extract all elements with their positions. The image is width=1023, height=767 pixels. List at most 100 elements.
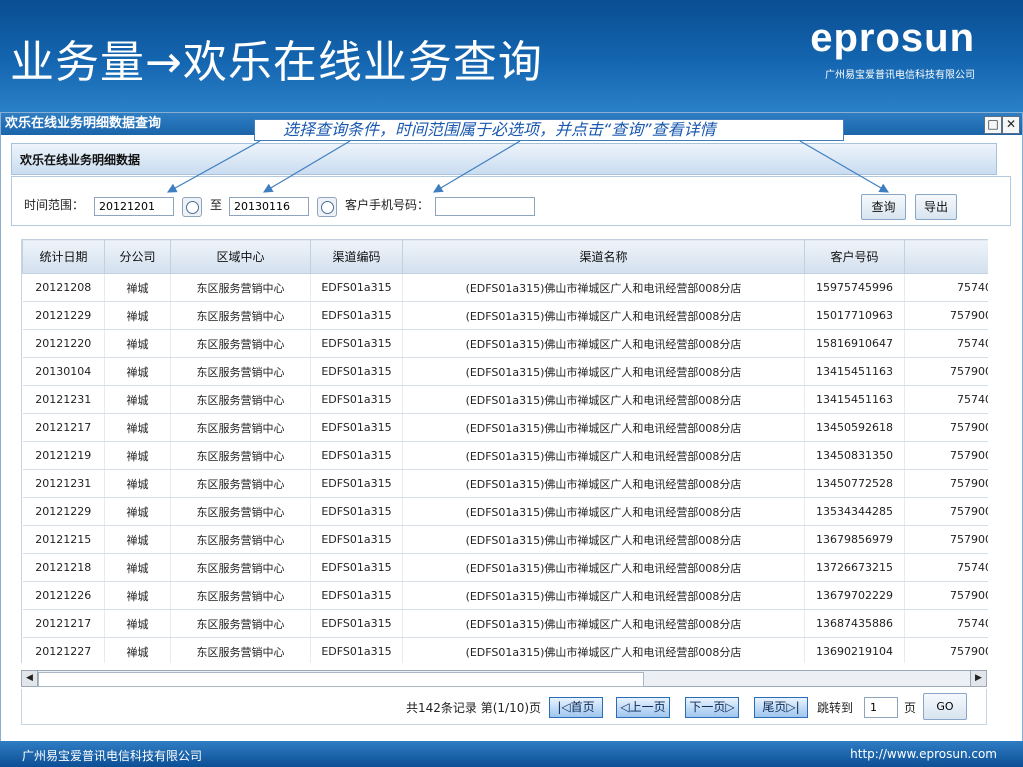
table-cell: (EDFS01a315)佛山市禅城区广人和电讯经营部008分店 — [402, 525, 805, 554]
table-cell: 禅城 — [104, 497, 171, 526]
table-row[interactable]: 20121231 禅城 东区服务营销中心 EDFS01a315 (EDFS01a315)… — [22, 469, 988, 498]
table-cell: 13679702229 — [804, 581, 905, 610]
table-cell: (EDFS01a315)佛山市禅城区广人和电讯经营部008分店 — [402, 385, 805, 414]
table-cell: EDFS01a315 — [310, 553, 403, 582]
table-cell: EDFS01a315 — [310, 469, 403, 498]
table-cell: EDFS01a315 — [310, 301, 403, 330]
col-header[interactable]: 统计日期 — [22, 239, 105, 274]
scroll-left-icon[interactable]: ◀ — [22, 671, 38, 686]
table-row[interactable]: 20121227 禅城 东区服务营销中心 EDFS01a315 (EDFS01a315)… — [22, 637, 988, 663]
table-cell: 20121215 — [22, 525, 105, 554]
table-cell: 东区服务营销中心 — [170, 609, 311, 638]
jump-label: 跳转到 — [817, 701, 854, 715]
company-logo: eprosun 广州易宝爱普讯电信科技有限公司 — [810, 18, 975, 81]
table-row[interactable]: 20121217 禅城 东区服务营销中心 EDFS01a315 (EDFS01a315)… — [22, 609, 988, 638]
col-header[interactable]: 渠道名称 — [402, 239, 805, 274]
end-calendar-icon[interactable] — [317, 197, 337, 217]
panel-title: 欢乐在线业务明细数据 — [11, 143, 997, 175]
table-cell: 禅城 — [104, 273, 171, 302]
table-cell: 757402097 — [904, 385, 988, 414]
table-cell: EDFS01a315 — [310, 385, 403, 414]
table-cell: EDFS01a315 — [310, 609, 403, 638]
start-calendar-icon[interactable] — [182, 197, 202, 217]
col-header[interactable]: 群号 — [904, 239, 988, 274]
start-date-input[interactable]: 20121201 — [94, 197, 174, 216]
phone-label: 客户手机号码： — [345, 198, 430, 212]
go-button[interactable]: GO — [923, 693, 967, 720]
table-cell: (EDFS01a315)佛山市禅城区广人和电讯经营部008分店 — [402, 581, 805, 610]
table-cell: 15975745996 — [804, 273, 905, 302]
table-cell: 13415451163 — [804, 385, 905, 414]
col-header[interactable]: 渠道编码 — [310, 239, 403, 274]
first-page-button[interactable]: |◁首页 — [549, 697, 603, 718]
table-cell: EDFS01a315 — [310, 637, 403, 663]
table-cell: (EDFS01a315)佛山市禅城区广人和电讯经营部008分店 — [402, 273, 805, 302]
table-cell: (EDFS01a315)佛山市禅城区广人和电讯经营部008分店 — [402, 553, 805, 582]
col-header[interactable]: 客户号码 — [804, 239, 905, 274]
scroll-right-icon[interactable]: ▶ — [970, 671, 986, 686]
col-header[interactable]: 区域中心 — [170, 239, 311, 274]
table-cell: (EDFS01a315)佛山市禅城区广人和电讯经营部008分店 — [402, 609, 805, 638]
last-page-icon: ▷| — [786, 700, 800, 714]
table-cell: 20121231 — [22, 469, 105, 498]
table-cell: 757402599 — [904, 329, 988, 358]
next-page-button[interactable]: 下一页▷ — [685, 697, 739, 718]
table-row[interactable]: 20121219 禅城 东区服务营销中心 EDFS01a315 (EDFS01a315)… — [22, 441, 988, 470]
table-cell: 禅城 — [104, 553, 171, 582]
table-cell: 7579000238 — [904, 357, 988, 386]
col-header[interactable]: 分公司 — [104, 239, 171, 274]
prev-page-button[interactable]: ◁上一页 — [616, 697, 670, 718]
to-label: 至 — [210, 198, 223, 212]
table-cell: (EDFS01a315)佛山市禅城区广人和电讯经营部008分店 — [402, 413, 805, 442]
phone-input[interactable] — [435, 197, 535, 216]
table-cell: 东区服务营销中心 — [170, 553, 311, 582]
maximize-icon[interactable]: □ — [984, 116, 1002, 134]
table-row[interactable]: 20121220 禅城 东区服务营销中心 EDFS01a315 (EDFS01a315)… — [22, 329, 988, 358]
slide-footer: 广州易宝爱普讯电信科技有限公司 http://www.eprosun.com — [0, 741, 1023, 767]
table-cell: 13690219104 — [804, 637, 905, 663]
close-icon[interactable]: ✕ — [1002, 116, 1020, 134]
table-row[interactable]: 20121215 禅城 东区服务营销中心 EDFS01a315 (EDFS01a315)… — [22, 525, 988, 554]
horizontal-scrollbar[interactable]: ◀ ▶ — [21, 670, 987, 687]
window-title: 欢乐在线业务明细数据查询 — [5, 116, 162, 131]
export-button[interactable]: 导出 — [915, 194, 957, 220]
table-cell: 20121217 — [22, 609, 105, 638]
table-cell: (EDFS01a315)佛山市禅城区广人和电讯经营部008分店 — [402, 637, 805, 663]
table-cell: 13450772528 — [804, 469, 905, 498]
record-summary: 共142条记录 第(1/10)页 — [406, 701, 542, 715]
table-cell: 15816910647 — [804, 329, 905, 358]
table-cell: 20121227 — [22, 637, 105, 663]
table-row[interactable]: 20121226 禅城 东区服务营销中心 EDFS01a315 (EDFS01a315)… — [22, 581, 988, 610]
table-cell: 7579000233 — [904, 469, 988, 498]
table-cell: 东区服务营销中心 — [170, 273, 311, 302]
page-number-input[interactable]: 1 — [864, 697, 898, 718]
table-cell: 7579000202 — [904, 637, 988, 663]
prev-page-icon: ◁ — [620, 700, 630, 714]
table-cell: (EDFS01a315)佛山市禅城区广人和电讯经营部008分店 — [402, 301, 805, 330]
table-cell: 东区服务营销中心 — [170, 525, 311, 554]
table-row[interactable]: 20121217 禅城 东区服务营销中心 EDFS01a315 (EDFS01a315)… — [22, 413, 988, 442]
query-window: 欢乐在线业务明细数据查询 □ ✕ 欢乐在线业务明细数据 时间范围： 201212… — [0, 112, 1023, 742]
end-date-input[interactable]: 20130116 — [229, 197, 309, 216]
table-cell: EDFS01a315 — [310, 357, 403, 386]
table-row[interactable]: 20121231 禅城 东区服务营销中心 EDFS01a315 (EDFS01a315)… — [22, 385, 988, 414]
slide-title: 业务量→欢乐在线业务查询 — [10, 37, 543, 88]
table-row[interactable]: 20121218 禅城 东区服务营销中心 EDFS01a315 (EDFS01a315)… — [22, 553, 988, 582]
table-row[interactable]: 20121229 禅城 东区服务营销中心 EDFS01a315 (EDFS01a315)… — [22, 497, 988, 526]
pagination-bar: 共142条记录 第(1/10)页 |◁首页 ◁上一页 下一页▷ 尾页▷| 跳转到… — [21, 689, 987, 725]
scroll-thumb[interactable] — [38, 672, 644, 687]
last-page-label: 尾页 — [762, 700, 787, 714]
table-cell: 东区服务营销中心 — [170, 469, 311, 498]
query-button[interactable]: 查询 — [861, 194, 906, 220]
time-range-label: 时间范围： — [24, 198, 85, 212]
table-row[interactable]: 20121229 禅城 东区服务营销中心 EDFS01a315 (EDFS01a315)… — [22, 301, 988, 330]
table-cell: 禅城 — [104, 413, 171, 442]
table-cell: 禅城 — [104, 357, 171, 386]
table-cell: (EDFS01a315)佛山市禅城区广人和电讯经营部008分店 — [402, 441, 805, 470]
table-row[interactable]: 20121208 禅城 东区服务营销中心 EDFS01a315 (EDFS01a315)… — [22, 273, 988, 302]
table-cell: 757402892 — [904, 553, 988, 582]
last-page-button[interactable]: 尾页▷| — [754, 697, 808, 718]
table-cell: 7579000225 — [904, 497, 988, 526]
table-cell: 东区服务营销中心 — [170, 637, 311, 663]
table-row[interactable]: 20130104 禅城 东区服务营销中心 EDFS01a315 (EDFS01a315)… — [22, 357, 988, 386]
